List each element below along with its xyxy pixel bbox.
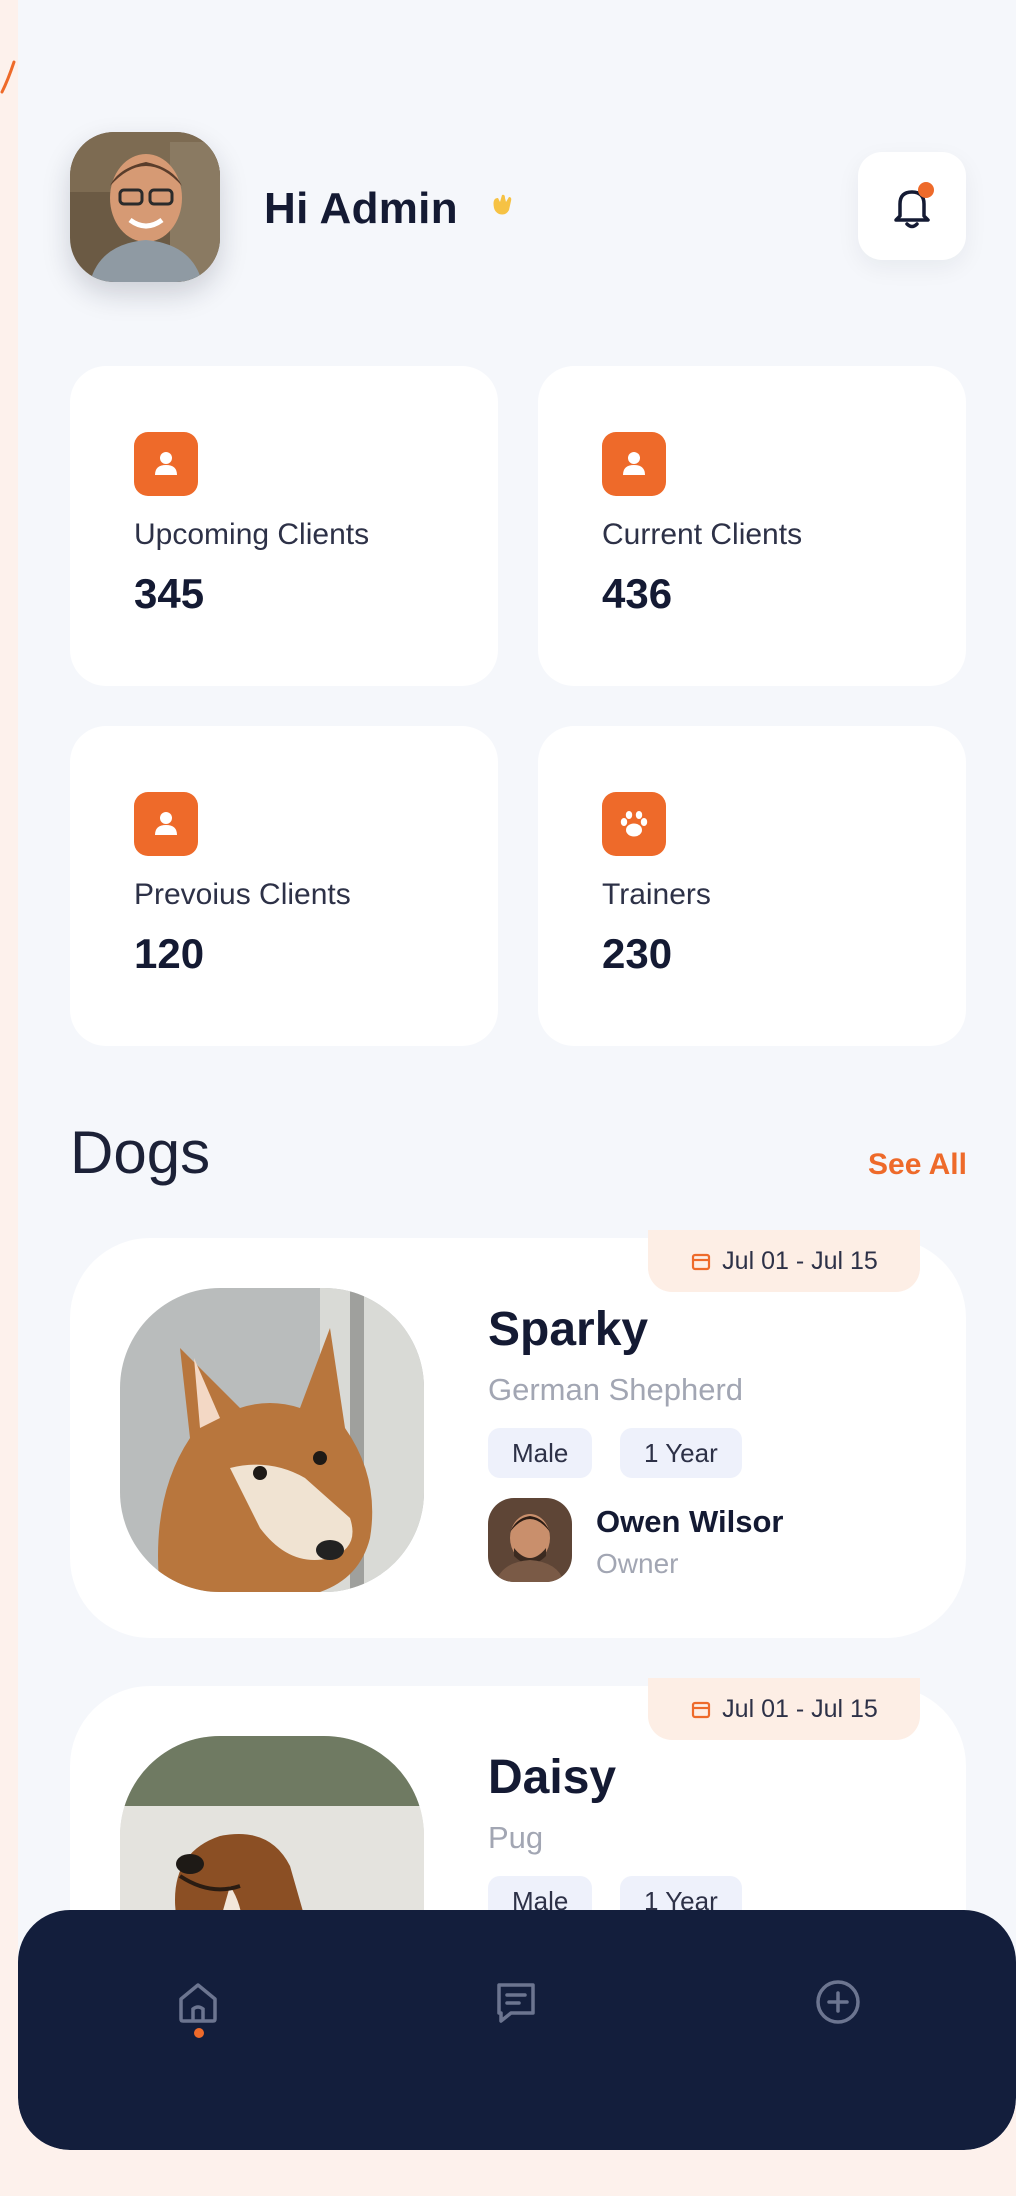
stat-label: Current Clients — [602, 518, 803, 551]
date-range-badge: Jul 01 - Jul 15 — [648, 1678, 920, 1740]
stat-card-trainers[interactable]: Trainers 230 — [538, 726, 966, 1046]
stat-value: 120 — [134, 930, 205, 977]
stat-value: 345 — [134, 570, 205, 617]
wave-hand-icon — [493, 194, 512, 215]
notifications-button[interactable] — [858, 152, 966, 260]
user-icon — [134, 792, 198, 856]
dog-name: Sparky — [488, 1303, 649, 1356]
stat-label: Trainers — [602, 878, 711, 911]
stat-value: 436 — [602, 570, 673, 617]
user-icon — [602, 432, 666, 496]
dog-card[interactable]: Jul 01 - Jul 15 Sparky German Shepherd M… — [70, 1230, 966, 1638]
date-range-text: Jul 01 - Jul 15 — [722, 1694, 878, 1723]
owner-name: Owen Wilsor — [596, 1504, 784, 1539]
add-icon — [816, 1980, 860, 2024]
calendar-icon — [692, 1253, 711, 1271]
see-all-link[interactable]: See All — [868, 1148, 967, 1182]
stat-card-previous-clients[interactable]: Prevoius Clients 120 — [70, 726, 498, 1046]
bell-icon — [894, 182, 934, 229]
calendar-icon — [692, 1701, 711, 1719]
bottom-navigation — [18, 1910, 1016, 2150]
stat-value: 230 — [602, 930, 673, 977]
section-title-dogs: Dogs — [70, 1119, 211, 1186]
user-icon — [134, 432, 198, 496]
stat-label: Prevoius Clients — [134, 878, 351, 911]
stat-card-upcoming-clients[interactable]: Upcoming Clients 345 — [70, 366, 498, 686]
dog-breed: Pug — [488, 1820, 544, 1855]
owner-avatar — [488, 1498, 572, 1582]
age-tag: 1 Year — [620, 1428, 742, 1478]
dog-breed: German Shepherd — [488, 1372, 744, 1407]
home-icon — [179, 1983, 217, 2023]
owner-role: Owner — [596, 1548, 679, 1579]
stat-label: Upcoming Clients — [134, 518, 370, 551]
paw-icon — [602, 792, 666, 856]
nav-messages[interactable] — [476, 1962, 556, 2042]
dog-name: Daisy — [488, 1751, 617, 1804]
app-screen: Hi Admin Upcoming Clients 345 Current Cl… — [18, 0, 1016, 2150]
active-indicator — [194, 2028, 204, 2038]
dog-photo — [120, 1288, 424, 1592]
stat-card-current-clients[interactable]: Current Clients 436 — [538, 366, 966, 686]
gender-tag: Male — [488, 1428, 593, 1478]
date-range-badge: Jul 01 - Jul 15 — [648, 1230, 920, 1292]
nav-add[interactable] — [798, 1962, 878, 2042]
date-range-text: Jul 01 - Jul 15 — [722, 1246, 878, 1275]
chat-icon — [497, 1983, 535, 2023]
greeting-text: Hi Admin — [264, 184, 458, 233]
admin-avatar[interactable] — [70, 132, 220, 282]
